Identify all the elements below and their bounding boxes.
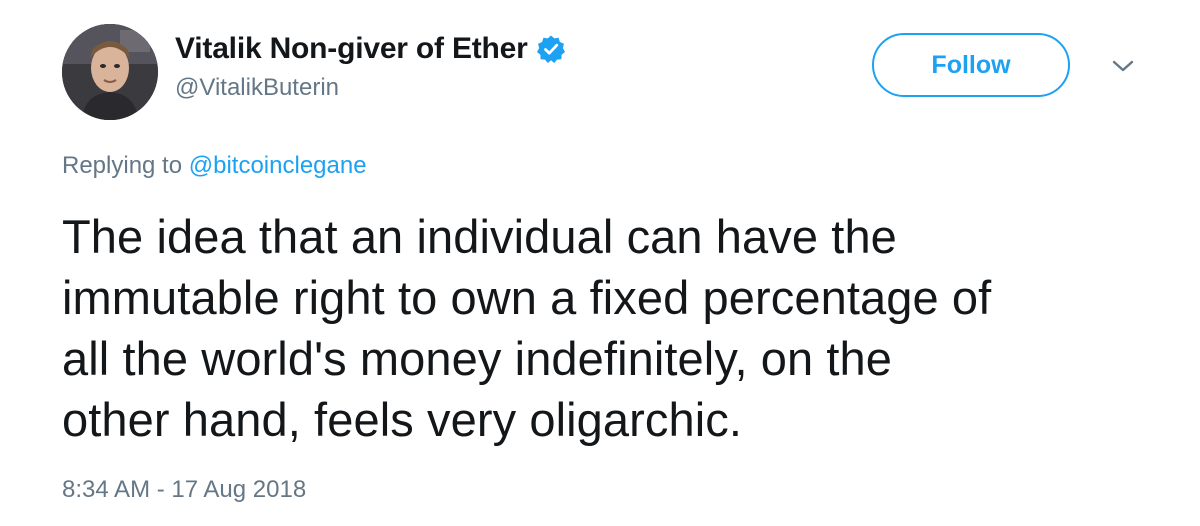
tweet-text-line: other hand, feels very oligarchic. xyxy=(62,393,743,446)
chevron-down-icon[interactable] xyxy=(1110,56,1136,76)
avatar[interactable] xyxy=(62,24,158,120)
replying-to-label: Replying to xyxy=(62,152,183,179)
tweet-text-line: The idea that an individual can have the xyxy=(62,210,897,263)
reply-mention-link[interactable]: @bitcoinclegane xyxy=(189,152,367,179)
user-handle[interactable]: @VitalikButerin xyxy=(175,74,339,102)
tweet-text: The idea that an individual can have the… xyxy=(62,206,1172,450)
author-name-row: Vitalik Non-giver of Ether xyxy=(175,26,566,72)
tweet-timestamp[interactable]: 8:34 AM - 17 Aug 2018 xyxy=(62,476,306,504)
tweet-text-line: all the world's money indefinitely, on t… xyxy=(62,332,893,385)
replying-to: Replying to @bitcoinclegane xyxy=(62,152,367,180)
profile-photo xyxy=(62,24,158,120)
verified-badge-icon xyxy=(536,34,566,64)
tweet-card: Vitalik Non-giver of Ether @VitalikButer… xyxy=(0,0,1200,526)
tweet-text-line: immutable right to own a fixed percentag… xyxy=(62,271,992,324)
display-name[interactable]: Vitalik Non-giver of Ether xyxy=(175,32,528,66)
follow-button[interactable]: Follow xyxy=(872,33,1070,97)
